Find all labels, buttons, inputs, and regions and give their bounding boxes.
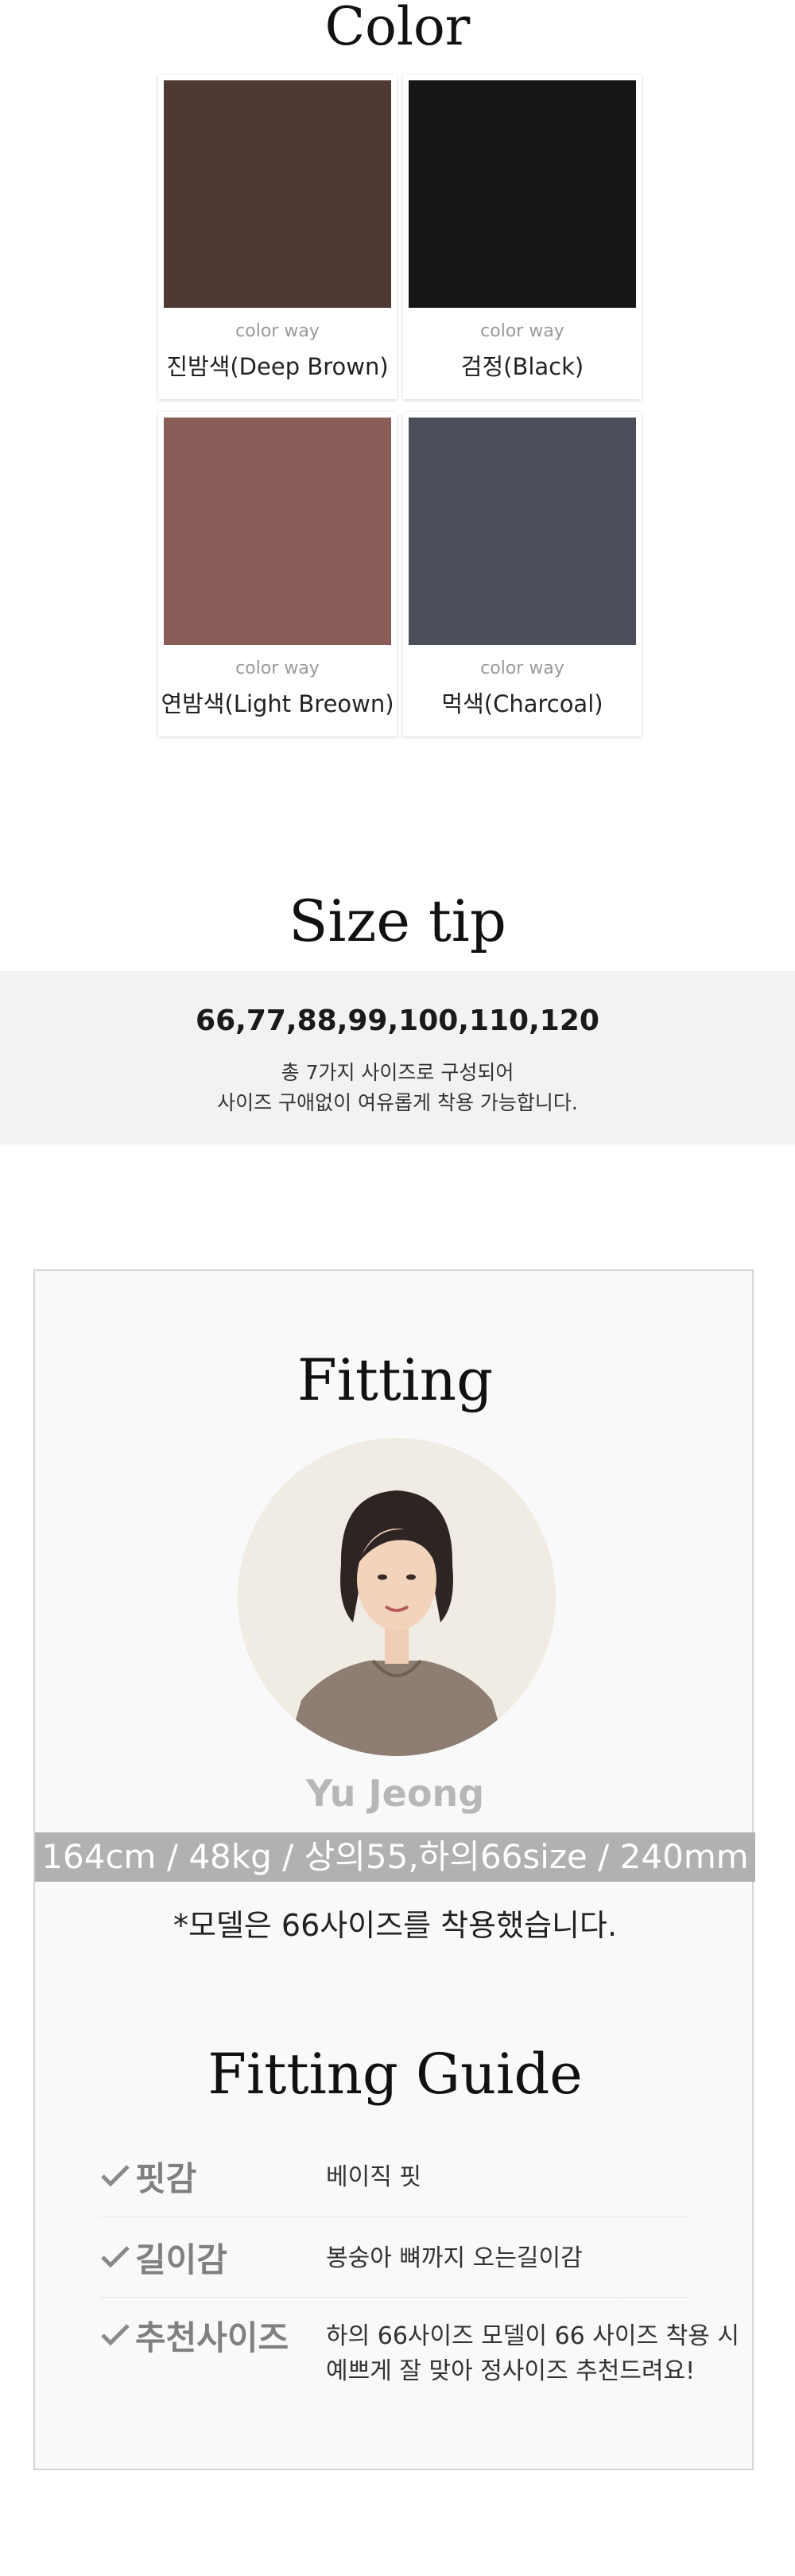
swatch-light-brown bbox=[164, 418, 391, 645]
swatch-deep-brown bbox=[164, 80, 391, 308]
swatch-charcoal bbox=[409, 418, 636, 645]
swatch-caption: color way bbox=[480, 321, 564, 341]
model-stats-bar: 164cm / 48kg / 상의55,하의66size / 240mm bbox=[35, 1832, 755, 1882]
size-list: 66,77,88,99,100,110,120 bbox=[196, 1004, 599, 1037]
guide-value-line-2: 예쁘게 잘 맞아 정사이즈 추천드려요! bbox=[326, 2357, 696, 2385]
model-name: Yu Jeong bbox=[305, 1772, 485, 1815]
guide-label: 추천사이즈 bbox=[135, 2318, 289, 2357]
swatch-name: 진밤색(Deep Brown) bbox=[166, 353, 389, 380]
swatch-name: 먹색(Charcoal) bbox=[441, 690, 603, 717]
guide-label: 길이감 bbox=[135, 2240, 227, 2279]
swatch-name: 연밤색(Light Breown) bbox=[161, 690, 394, 717]
model-size-note: *모델은 66사이즈를 착용했습니다. bbox=[173, 1908, 618, 1943]
size-desc-line-1: 총 7가지 사이즈로 구성되어 bbox=[281, 1061, 514, 1084]
row-divider bbox=[100, 2297, 688, 2298]
model-illustration bbox=[238, 1438, 556, 1756]
size-tip-band: 66,77,88,99,100,110,120 총 7가지 사이즈로 구성되어 … bbox=[0, 971, 795, 1144]
size-desc-line-2: 사이즈 구애없이 여유롭게 착용 가능합니다. bbox=[217, 1091, 578, 1114]
fitting-guide-title: Fitting Guide bbox=[207, 2042, 583, 2107]
swatch-name: 검정(Black) bbox=[460, 353, 584, 380]
fitting-title: Fitting bbox=[297, 1346, 494, 1413]
swatch-card-deep-brown[interactable]: color way 진밤색(Deep Brown) bbox=[158, 75, 397, 399]
size-tip-title: Size tip bbox=[289, 888, 506, 954]
row-divider bbox=[100, 2216, 688, 2217]
swatch-caption: color way bbox=[235, 659, 320, 678]
guide-label: 핏감 bbox=[135, 2159, 197, 2198]
color-section-title: Color bbox=[324, 0, 471, 57]
swatch-card-light-brown[interactable]: color way 연밤색(Light Breown) bbox=[158, 412, 397, 736]
swatch-card-charcoal[interactable]: color way 먹색(Charcoal) bbox=[403, 412, 642, 736]
swatch-caption: color way bbox=[235, 321, 320, 341]
swatch-black bbox=[409, 80, 636, 308]
guide-value: 봉숭아 뼈까지 오는길이감 bbox=[326, 2244, 583, 2272]
swatch-caption: color way bbox=[480, 659, 564, 678]
check-icon bbox=[101, 2165, 130, 2187]
check-icon bbox=[101, 2246, 130, 2268]
model-portrait bbox=[238, 1438, 556, 1756]
swatch-card-black[interactable]: color way 검정(Black) bbox=[403, 75, 642, 399]
guide-value: 베이직 핏 bbox=[326, 2163, 421, 2191]
guide-value-line-1: 하의 66사이즈 모델이 66 사이즈 착용 시 bbox=[326, 2322, 739, 2350]
check-icon bbox=[101, 2324, 130, 2346]
fitting-panel: Fitting Yu Jeong 164cm / 48kg / 상의55,하의6… bbox=[33, 1269, 755, 2470]
